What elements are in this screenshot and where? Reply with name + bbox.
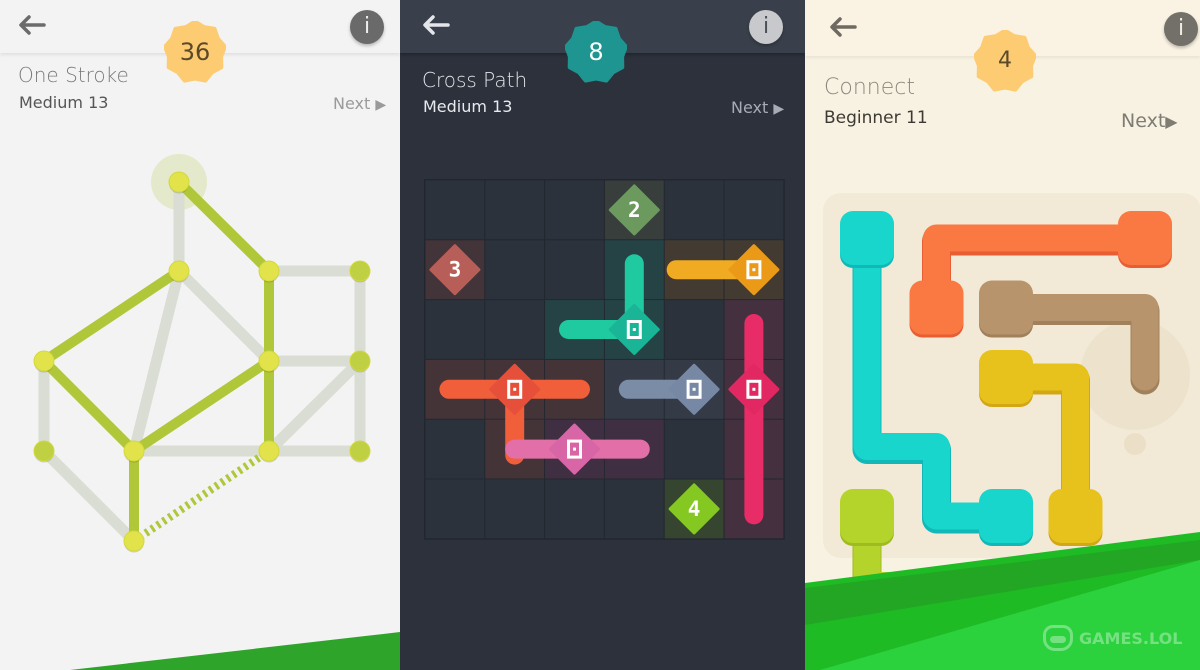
- edge-traced: [40, 357, 138, 455]
- edge-untraced: [265, 357, 364, 455]
- graph-node: [33, 350, 55, 372]
- grid-cell: [485, 240, 545, 300]
- graph-node: [168, 260, 190, 282]
- connect-endpoint: [979, 489, 1033, 543]
- graph-node: [349, 350, 371, 372]
- grid-cell: [485, 479, 545, 539]
- zero-dot: [692, 387, 696, 391]
- grid-cell: [664, 300, 724, 359]
- zero-dot: [752, 387, 756, 391]
- connect-screen: i 4 Connect Beginner 11 Next▶: [805, 0, 1200, 670]
- graph-node: [123, 440, 145, 462]
- connect-endpoint: [1048, 489, 1103, 543]
- zero-dot: [632, 328, 636, 331]
- tile-number: 4: [688, 497, 701, 521]
- graph-node: [33, 440, 55, 462]
- connect-endpoint: [1118, 558, 1172, 613]
- connect-board[interactable]: [805, 0, 1200, 670]
- connect-endpoint: [979, 350, 1033, 404]
- connect-endpoint: [1118, 211, 1172, 265]
- grid-cell: [545, 479, 604, 539]
- graph-node: [349, 260, 371, 282]
- connect-endpoint: [840, 211, 894, 265]
- connect-endpoint: [1048, 558, 1103, 613]
- graph-node: [258, 350, 280, 372]
- grid-cell: [425, 180, 485, 240]
- graph-node: [258, 260, 280, 282]
- edge-traced: [175, 178, 273, 275]
- grid-cell: [724, 180, 784, 240]
- zero-dot: [513, 387, 517, 391]
- watermark-text: GAMES.LOL: [1079, 628, 1183, 648]
- grid-cell: [425, 479, 485, 539]
- grid-cell: [485, 180, 545, 240]
- grid-cell: [425, 300, 485, 359]
- tile-number: 3: [449, 258, 462, 282]
- grid-cell: [485, 300, 545, 359]
- graph-node: [258, 440, 280, 462]
- zero-dot: [573, 447, 576, 451]
- edge-pending: [131, 447, 272, 545]
- games-lol-watermark: GAMES.LOL: [1043, 625, 1182, 651]
- grid-cell: [664, 419, 724, 479]
- grid-cell: [545, 240, 604, 300]
- tile-number: 2: [628, 198, 641, 222]
- grid-cell: [604, 479, 664, 539]
- grid-cell: [425, 419, 485, 479]
- one-stroke-graph[interactable]: [0, 0, 400, 670]
- grid-cell: [664, 180, 724, 240]
- edge-untraced: [40, 447, 138, 545]
- cross-path-grid[interactable]: 2 3 4: [400, 0, 805, 670]
- edge-untraced: [175, 267, 273, 365]
- connect-endpoint: [979, 280, 1033, 335]
- grid-cell: [545, 180, 604, 240]
- graph-node: [123, 530, 145, 552]
- touch-dot: [1124, 433, 1146, 455]
- connect-endpoint: [840, 489, 894, 543]
- connect-endpoint: [909, 280, 964, 335]
- zero-dot: [752, 268, 756, 272]
- cross-path-screen: i 8 Cross Path Medium 13 Next ▶ 234: [400, 0, 805, 670]
- one-stroke-screen: i 36 One Stroke Medium 13 Next ▶: [0, 0, 400, 670]
- graph-node: [349, 440, 371, 462]
- gamepad-logo-icon: [1043, 625, 1073, 651]
- graph-node: [168, 171, 190, 193]
